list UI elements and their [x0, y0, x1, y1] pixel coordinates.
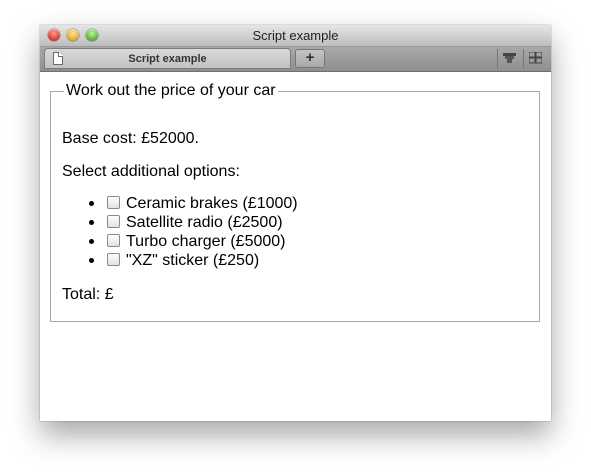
bookmarks-button[interactable] — [497, 49, 520, 68]
tab-bar: Script example + — [40, 47, 551, 72]
select-options-prompt: Select additional options: — [62, 163, 240, 180]
list-item: "XZ" sticker (£250) — [89, 251, 298, 270]
page-content: Work out the price of your car Base cost… — [40, 72, 551, 421]
grid-icon — [529, 52, 542, 64]
new-tab-button[interactable]: + — [295, 49, 325, 68]
total-text: Total: £ — [62, 286, 114, 303]
list-item: Ceramic brakes (£1000) — [89, 194, 298, 213]
option-label: Turbo charger (£5000) — [126, 233, 286, 250]
turbo-charger-checkbox[interactable] — [107, 234, 120, 248]
bookmarks-icon — [503, 53, 516, 63]
list-item: Satellite radio (£2500) — [89, 213, 298, 232]
title-bar: Script example — [40, 25, 551, 47]
tab-label: Script example — [128, 53, 207, 65]
list-item: Turbo charger (£5000) — [89, 232, 298, 251]
options-list: Ceramic brakes (£1000) Satellite radio (… — [62, 194, 298, 270]
option-label: Satellite radio (£2500) — [126, 214, 283, 231]
car-price-fieldset: Work out the price of your car Base cost… — [50, 82, 540, 322]
xz-sticker-checkbox[interactable] — [107, 253, 120, 267]
satellite-radio-checkbox[interactable] — [107, 215, 120, 229]
window-title: Script example — [252, 28, 339, 43]
option-label: Ceramic brakes (£1000) — [126, 195, 298, 212]
ceramic-brakes-checkbox[interactable] — [107, 196, 120, 210]
fieldset-legend: Work out the price of your car — [66, 82, 276, 99]
tab-script-example[interactable]: Script example — [44, 48, 291, 69]
option-label: "XZ" sticker (£250) — [126, 252, 260, 269]
base-cost-text: Base cost: £52000. — [62, 130, 199, 147]
browser-window: Script example Script example + Work out… — [40, 25, 551, 421]
tab-overview-button[interactable] — [523, 49, 546, 68]
